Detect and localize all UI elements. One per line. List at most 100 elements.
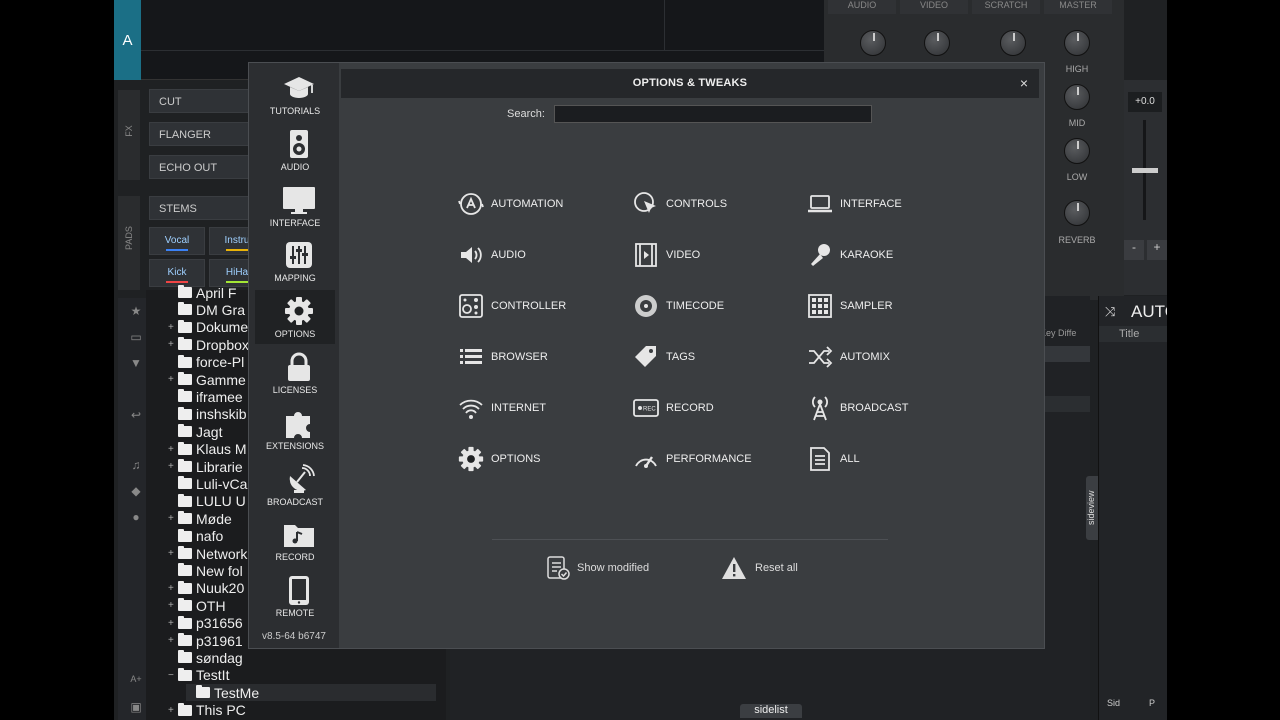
category-tags[interactable]: TAGS <box>633 344 695 370</box>
folder-item[interactable]: DM Gra <box>168 301 245 318</box>
folder-item[interactable]: + p31656 <box>168 615 243 632</box>
mixer-tab-scratch[interactable]: SCRATCH <box>972 0 1040 14</box>
folder-item[interactable]: inshskib <box>168 406 247 423</box>
drive-icon[interactable]: ▭ <box>126 330 146 348</box>
category-broadcast[interactable]: BROADCAST <box>807 395 908 421</box>
category-timecode[interactable]: TIMECODE <box>633 293 724 319</box>
close-button[interactable]: × <box>1015 74 1033 92</box>
sidebar-item-record[interactable]: RECORD <box>255 513 335 567</box>
folder-item[interactable]: nafo <box>168 528 223 545</box>
folder-item[interactable]: + Nuuk20 <box>168 580 244 597</box>
pitch-minus-button[interactable]: - <box>1124 240 1144 260</box>
category-karaoke[interactable]: KARAOKE <box>807 242 893 268</box>
knob[interactable] <box>860 30 886 56</box>
filter-icon[interactable]: ▼ <box>126 356 146 374</box>
category-browser[interactable]: BROWSER <box>458 344 548 370</box>
sidebar-item-audio[interactable]: AUDIO <box>255 123 335 177</box>
category-performance[interactable]: PERFORMANCE <box>633 446 752 472</box>
category-sampler[interactable]: SAMPLER <box>807 293 893 319</box>
expand-toggle[interactable]: + <box>168 635 178 646</box>
folder-item[interactable]: iframee <box>168 388 243 405</box>
mixer-tab-video[interactable]: VIDEO <box>900 0 968 14</box>
shuffle-icon[interactable]: ⤨ <box>1105 304 1121 320</box>
reset-all-button[interactable]: Reset all <box>721 555 798 581</box>
font-size-button[interactable]: A+ <box>126 674 146 692</box>
folder-item[interactable]: force-Pl <box>168 354 244 371</box>
pad-kick[interactable]: Kick <box>149 259 205 287</box>
deck-a-indicator[interactable]: A <box>114 0 141 80</box>
expand-toggle[interactable]: + <box>168 444 178 455</box>
category-automation[interactable]: AUTOMATION <box>458 191 563 217</box>
category-options[interactable]: OPTIONS <box>458 446 541 472</box>
category-interface[interactable]: INTERFACE <box>807 191 902 217</box>
expand-toggle[interactable]: + <box>168 339 178 350</box>
sidelist-tab[interactable]: sidelist <box>740 704 802 718</box>
back-icon[interactable]: ↩ <box>126 408 146 426</box>
title-column-header[interactable]: Title <box>1099 326 1167 342</box>
sidebar-item-tutorials[interactable]: TUTORIALS <box>255 67 335 121</box>
expand-toggle[interactable]: + <box>168 374 178 385</box>
dialog-titlebar[interactable]: OPTIONS & TWEAKS × <box>341 69 1039 98</box>
knob[interactable] <box>1000 30 1026 56</box>
sidebar-item-broadcast[interactable]: BROADCAST <box>255 458 335 512</box>
column-header[interactable]: Key Diffe <box>1040 328 1090 342</box>
folder-item[interactable]: April F <box>168 284 236 301</box>
expand-toggle[interactable]: + <box>168 583 178 594</box>
expand-toggle[interactable]: + <box>168 618 178 629</box>
sidebar-item-interface[interactable]: INTERFACE <box>255 179 335 233</box>
category-internet[interactable]: INTERNET <box>458 395 546 421</box>
knob[interactable] <box>924 30 950 56</box>
table-row[interactable] <box>1040 396 1090 412</box>
window-icon[interactable]: ▣ <box>126 700 146 718</box>
category-video[interactable]: VIDEO <box>633 242 700 268</box>
expand-toggle[interactable]: + <box>168 322 178 333</box>
mixer-tab-master[interactable]: MASTER <box>1044 0 1112 14</box>
category-all[interactable]: ALL <box>807 446 860 472</box>
folder-item[interactable]: + Network <box>168 545 247 562</box>
sideview-tab[interactable]: sideview <box>1086 476 1098 540</box>
category-record[interactable]: REC RECORD <box>633 395 714 421</box>
folder-item[interactable]: Jagt <box>168 423 222 440</box>
category-controls[interactable]: CONTROLS <box>633 191 727 217</box>
microphone-icon[interactable]: ● <box>126 510 146 528</box>
folder-item[interactable]: + Møde <box>168 510 232 527</box>
expand-toggle[interactable]: + <box>168 548 178 559</box>
pitch-slider-handle[interactable] <box>1132 168 1158 173</box>
expand-toggle[interactable]: + <box>168 600 178 611</box>
pitch-plus-button[interactable]: + <box>1147 240 1167 260</box>
folder-item[interactable]: LULU U <box>168 493 246 510</box>
folder-item[interactable]: + p31961 <box>168 632 243 649</box>
show-modified-button[interactable]: Show modified <box>546 555 649 581</box>
category-audio[interactable]: AUDIO <box>458 242 526 268</box>
sideview-toggle[interactable]: Sid <box>1107 698 1120 708</box>
low-eq-knob[interactable] <box>1064 138 1090 164</box>
expand-toggle[interactable]: + <box>168 461 178 472</box>
table-row[interactable] <box>1040 346 1090 362</box>
tag-icon[interactable]: ◆ <box>126 484 146 502</box>
folder-item[interactable]: + This PC <box>168 702 246 719</box>
folder-item[interactable]: − TestIt <box>168 667 229 684</box>
folder-item[interactable]: + Gamme <box>168 371 246 388</box>
expand-toggle[interactable]: − <box>168 670 178 681</box>
folder-item[interactable]: TestMe <box>186 684 436 702</box>
search-input[interactable] <box>554 105 872 123</box>
high-eq-knob[interactable] <box>1064 30 1090 56</box>
sidebar-item-options[interactable]: OPTIONS <box>255 290 335 345</box>
category-automix[interactable]: AUTOMIX <box>807 344 890 370</box>
category-controller[interactable]: CONTROLLER <box>458 293 566 319</box>
star-icon[interactable]: ★ <box>126 304 146 322</box>
sidebar-item-remote[interactable]: REMOTE <box>255 569 335 623</box>
panel-toggle[interactable]: P <box>1149 698 1155 708</box>
reverb-knob[interactable] <box>1064 200 1090 226</box>
folder-item[interactable]: + Dropbox <box>168 336 249 353</box>
sidebar-item-extensions[interactable]: EXTENSIONS <box>255 402 335 456</box>
folder-item[interactable]: + Librarie <box>168 458 243 475</box>
mixer-tab-audio[interactable]: AUDIO <box>828 0 896 14</box>
expand-toggle[interactable]: + <box>168 705 178 716</box>
music-note-icon[interactable]: ♫ <box>126 458 146 476</box>
sidebar-item-mapping[interactable]: MAPPING <box>255 234 335 288</box>
expand-toggle[interactable]: + <box>168 513 178 524</box>
pad-vocal[interactable]: Vocal <box>149 227 205 255</box>
folder-item[interactable]: Luli-vCa <box>168 475 247 492</box>
folder-item[interactable]: + Klaus M <box>168 441 247 458</box>
